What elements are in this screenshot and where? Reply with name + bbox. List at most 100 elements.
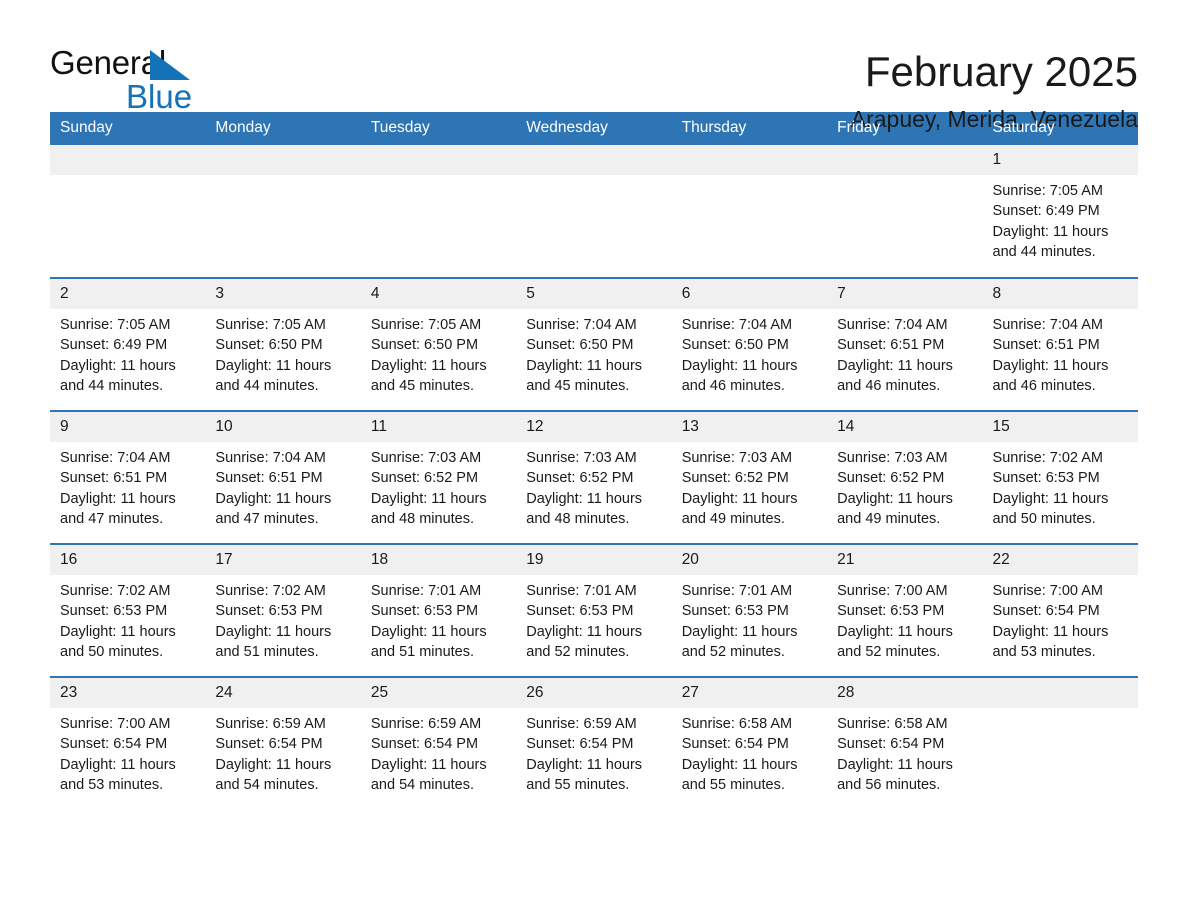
day-number: 24: [205, 678, 361, 708]
day-details: Sunrise: 7:00 AM Sunset: 6:53 PM Dayligh…: [827, 575, 982, 662]
day-cell[interactable]: 4 Sunrise: 7:05 AM Sunset: 6:50 PM Dayli…: [360, 277, 517, 411]
day-cell[interactable]: 8 Sunrise: 7:04 AM Sunset: 6:51 PM Dayli…: [982, 277, 1138, 411]
daylight-text: Daylight: 11 hours and 55 minutes.: [681, 756, 798, 793]
day-cell[interactable]: 23 Sunrise: 7:00 AM Sunset: 6:54 PM Dayl…: [50, 676, 206, 810]
daylight-text: Daylight: 11 hours and 44 minutes.: [60, 357, 176, 394]
weekday-header-tuesday: Tuesday: [360, 112, 517, 145]
day-cell[interactable]: 7 Sunrise: 7:04 AM Sunset: 6:51 PM Dayli…: [827, 277, 983, 411]
daylight-text: Daylight: 11 hours and 44 minutes.: [215, 357, 332, 394]
day-cell[interactable]: 27 Sunrise: 6:58 AM Sunset: 6:54 PM Dayl…: [671, 676, 828, 810]
day-details: Sunrise: 7:04 AM Sunset: 6:51 PM Dayligh…: [50, 442, 205, 529]
sunset-text: Sunset: 6:54 PM: [526, 736, 634, 753]
day-cell[interactable]: 25 Sunrise: 6:59 AM Sunset: 6:54 PM Dayl…: [360, 676, 517, 810]
day-cell[interactable]: 17 Sunrise: 7:02 AM Sunset: 6:53 PM Dayl…: [205, 543, 361, 677]
logo-text-blue: Blue: [126, 78, 193, 115]
daylight-text: Daylight: 11 hours and 46 minutes.: [992, 357, 1109, 394]
day-number: 27: [671, 678, 828, 708]
day-cell[interactable]: 18 Sunrise: 7:01 AM Sunset: 6:53 PM Dayl…: [360, 543, 517, 677]
day-number: 19: [516, 545, 672, 575]
day-cell[interactable]: 13 Sunrise: 7:03 AM Sunset: 6:52 PM Dayl…: [671, 410, 828, 544]
sunrise-text: Sunrise: 7:04 AM: [837, 317, 948, 333]
sunrise-text: Sunrise: 6:59 AM: [215, 716, 326, 732]
day-details: Sunrise: 7:05 AM Sunset: 6:49 PM Dayligh…: [50, 309, 205, 396]
sunset-text: Sunset: 6:52 PM: [681, 470, 789, 487]
day-cell[interactable]: 11 Sunrise: 7:03 AM Sunset: 6:52 PM Dayl…: [360, 410, 517, 544]
day-cell[interactable]: 10 Sunrise: 7:04 AM Sunset: 6:51 PM Dayl…: [205, 410, 361, 544]
day-cell[interactable]: 2 Sunrise: 7:05 AM Sunset: 6:49 PM Dayli…: [50, 277, 206, 411]
day-cell: [671, 145, 828, 278]
day-cell[interactable]: 9 Sunrise: 7:04 AM Sunset: 6:51 PM Dayli…: [50, 410, 206, 544]
page-title: February 2025: [864, 48, 1138, 95]
day-cell[interactable]: 26 Sunrise: 6:59 AM Sunset: 6:54 PM Dayl…: [516, 676, 672, 810]
day-details: Sunrise: 7:03 AM Sunset: 6:52 PM Dayligh…: [516, 442, 671, 529]
sunrise-text: Sunrise: 7:00 AM: [837, 583, 948, 599]
day-cell[interactable]: 16 Sunrise: 7:02 AM Sunset: 6:53 PM Dayl…: [50, 543, 206, 677]
day-details: Sunrise: 7:05 AM Sunset: 6:49 PM Dayligh…: [983, 175, 1138, 262]
day-details: Sunrise: 7:01 AM Sunset: 6:53 PM Dayligh…: [516, 575, 671, 662]
day-cell[interactable]: 22 Sunrise: 7:00 AM Sunset: 6:54 PM Dayl…: [982, 543, 1138, 677]
day-details: Sunrise: 7:05 AM Sunset: 6:50 PM Dayligh…: [205, 309, 360, 396]
day-cell[interactable]: 21 Sunrise: 7:00 AM Sunset: 6:53 PM Dayl…: [827, 543, 983, 677]
sunset-text: Sunset: 6:53 PM: [681, 603, 789, 620]
sunrise-text: Sunrise: 6:59 AM: [526, 716, 637, 732]
sunrise-text: Sunrise: 6:58 AM: [837, 716, 948, 732]
day-cell: [50, 145, 206, 278]
day-number: 4: [360, 279, 517, 309]
week-row: 9 Sunrise: 7:04 AM Sunset: 6:51 PM Dayli…: [50, 410, 1138, 544]
daylight-text: Daylight: 11 hours and 50 minutes.: [992, 490, 1109, 527]
sunrise-text: Sunrise: 7:01 AM: [526, 583, 637, 599]
day-cell[interactable]: 1 Sunrise: 7:05 AM Sunset: 6:49 PM Dayli…: [982, 145, 1138, 278]
daylight-text: Daylight: 11 hours and 49 minutes.: [681, 490, 798, 527]
sunset-text: Sunset: 6:52 PM: [370, 470, 479, 487]
daylight-text: Daylight: 11 hours and 46 minutes.: [681, 357, 798, 394]
day-cell[interactable]: 12 Sunrise: 7:03 AM Sunset: 6:52 PM Dayl…: [516, 410, 672, 544]
daylight-text: Daylight: 11 hours and 52 minutes.: [837, 623, 953, 660]
day-number: 23: [50, 678, 206, 708]
sunset-text: Sunset: 6:50 PM: [215, 337, 323, 354]
sunrise-text: Sunrise: 7:03 AM: [681, 450, 793, 466]
day-number: 12: [516, 412, 672, 442]
sunrise-text: Sunrise: 7:02 AM: [215, 583, 326, 599]
sunrise-text: Sunrise: 7:04 AM: [215, 450, 326, 466]
sunset-text: Sunset: 6:53 PM: [526, 603, 634, 620]
sunset-text: Sunset: 6:53 PM: [60, 603, 168, 620]
day-details: Sunrise: 7:02 AM Sunset: 6:53 PM Dayligh…: [205, 575, 360, 662]
day-details: Sunrise: 6:58 AM Sunset: 6:54 PM Dayligh…: [827, 708, 982, 795]
day-number: 26: [516, 678, 672, 708]
day-cell[interactable]: 14 Sunrise: 7:03 AM Sunset: 6:52 PM Dayl…: [827, 410, 983, 544]
week-row: 2 Sunrise: 7:05 AM Sunset: 6:49 PM Dayli…: [50, 277, 1138, 411]
sunrise-text: Sunrise: 7:04 AM: [60, 450, 171, 466]
day-cell: [516, 145, 672, 278]
day-cell[interactable]: 5 Sunrise: 7:04 AM Sunset: 6:50 PM Dayli…: [516, 277, 672, 411]
day-details: Sunrise: 6:59 AM Sunset: 6:54 PM Dayligh…: [361, 708, 516, 795]
sunset-text: Sunset: 6:53 PM: [215, 603, 323, 620]
day-cell[interactable]: 19 Sunrise: 7:01 AM Sunset: 6:53 PM Dayl…: [516, 543, 672, 677]
daylight-text: Daylight: 11 hours and 45 minutes.: [526, 357, 643, 394]
day-number: 16: [50, 545, 206, 575]
sunrise-text: Sunrise: 7:02 AM: [60, 583, 171, 599]
day-cell[interactable]: 6 Sunrise: 7:04 AM Sunset: 6:50 PM Dayli…: [671, 277, 828, 411]
day-cell: [205, 145, 361, 278]
daylight-text: Daylight: 11 hours and 44 minutes.: [992, 223, 1109, 260]
day-cell[interactable]: 24 Sunrise: 6:59 AM Sunset: 6:54 PM Dayl…: [205, 676, 361, 810]
sunrise-text: Sunrise: 7:00 AM: [60, 716, 171, 732]
daylight-text: Daylight: 11 hours and 56 minutes.: [837, 756, 953, 793]
day-cell[interactable]: 15 Sunrise: 7:02 AM Sunset: 6:53 PM Dayl…: [982, 410, 1138, 544]
sunset-text: Sunset: 6:54 PM: [370, 736, 479, 753]
day-number: 1: [982, 145, 1138, 175]
day-details: Sunrise: 7:02 AM Sunset: 6:53 PM Dayligh…: [50, 575, 205, 662]
daylight-text: Daylight: 11 hours and 53 minutes.: [60, 756, 176, 793]
day-cell[interactable]: 28 Sunrise: 6:58 AM Sunset: 6:54 PM Dayl…: [827, 676, 983, 810]
sunrise-text: Sunrise: 7:02 AM: [992, 450, 1103, 466]
day-cell[interactable]: 3 Sunrise: 7:05 AM Sunset: 6:50 PM Dayli…: [205, 277, 361, 411]
day-number: [671, 145, 828, 175]
sunrise-text: Sunrise: 7:04 AM: [526, 317, 637, 333]
sunset-text: Sunset: 6:49 PM: [992, 203, 1100, 220]
day-number: 20: [671, 545, 828, 575]
day-details: Sunrise: 6:58 AM Sunset: 6:54 PM Dayligh…: [672, 708, 827, 795]
sunrise-text: Sunrise: 7:05 AM: [60, 317, 171, 333]
day-cell[interactable]: 20 Sunrise: 7:01 AM Sunset: 6:53 PM Dayl…: [671, 543, 828, 677]
weekday-header-monday: Monday: [205, 112, 361, 145]
calendar-table: Sunday Monday Tuesday Wednesday Thursday…: [50, 112, 1138, 810]
sunset-text: Sunset: 6:54 PM: [681, 736, 789, 753]
